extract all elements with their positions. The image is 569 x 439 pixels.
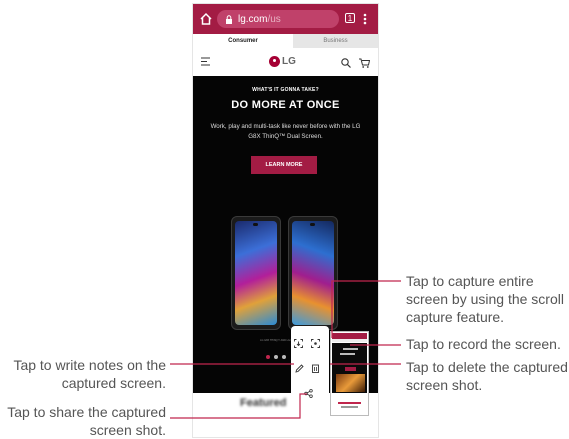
leader-line-scroll-capture: [331, 280, 401, 338]
leader-line-share: [170, 393, 307, 419]
callout-line: capture feature.: [406, 309, 505, 325]
callout-line: Tap to delete the captured: [406, 359, 568, 375]
callout-line: screen shot.: [406, 377, 483, 393]
callout-record: Tap to record the screen.: [406, 335, 561, 353]
callout-share: Tap to share the captured screen shot.: [7, 403, 166, 439]
callout-write-notes: Tap to write notes on the captured scree…: [13, 356, 166, 392]
callout-line: captured screen.: [61, 375, 166, 391]
callout-line: screen by using the scroll: [406, 291, 564, 307]
callout-line: screen shot.: [89, 422, 166, 438]
callout-line: Tap to share the captured: [7, 404, 166, 420]
callout-scroll-capture: Tap to capture entire screen by using th…: [406, 272, 564, 326]
callout-line: Tap to capture entire: [406, 273, 534, 289]
callout-delete: Tap to delete the captured screen shot.: [406, 358, 568, 394]
callout-line: Tap to write notes on the: [13, 357, 166, 373]
callout-line: Tap to record the screen.: [406, 336, 561, 352]
